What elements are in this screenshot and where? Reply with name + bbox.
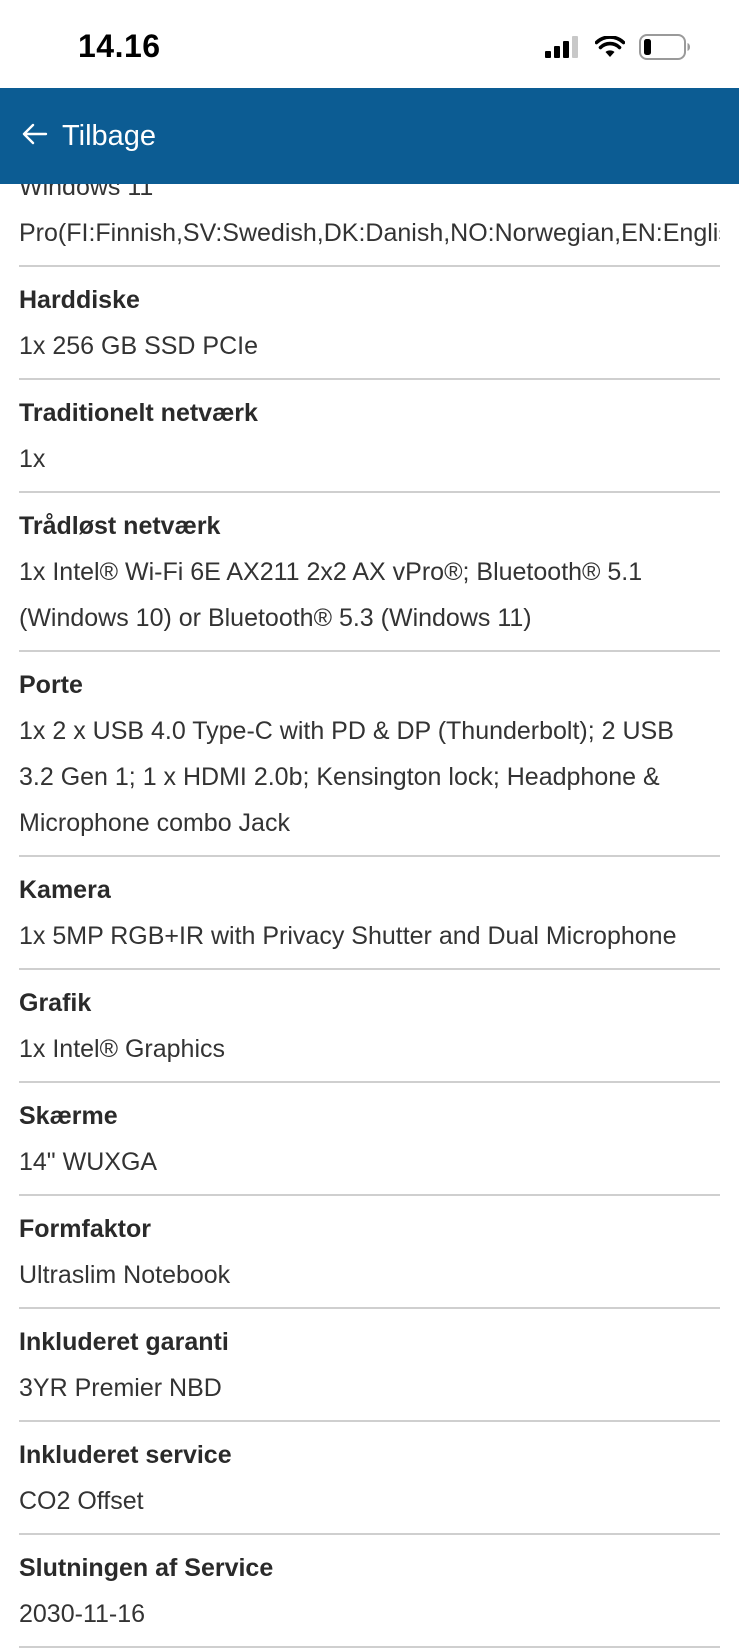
spec-value-line: 1x 2 x USB 4.0 Type-C with PD & DP (Thun… xyxy=(19,717,674,745)
spec-value: CO2 Offset xyxy=(19,1478,720,1524)
back-label: Tilbage xyxy=(62,119,157,152)
spec-value-line: Ultraslim Notebook xyxy=(19,1261,231,1289)
spec-value: Ultraslim Notebook xyxy=(19,1252,720,1298)
spec-row: Inkluderet service CO2 Offset xyxy=(19,1422,720,1535)
spec-value: 1x 2 x USB 4.0 Type-C with PD & DP (Thun… xyxy=(19,708,720,846)
spec-row: Porte 1x 2 x USB 4.0 Type-C with PD & DP … xyxy=(19,652,720,857)
spec-row: Inkluderet garanti 3YR Premier NBD xyxy=(19,1309,720,1422)
spec-value-line: 1x 5MP RGB+IR with Privacy Shutter and D… xyxy=(19,922,677,950)
spec-row: Grafik 1x Intel® Graphics xyxy=(19,970,720,1083)
spec-row: Slutningen af Service 2030-11-16 xyxy=(19,1535,720,1648)
spec-label: Inkluderet service xyxy=(19,1441,232,1469)
spec-value-line: 2030-11-16 xyxy=(19,1600,146,1628)
spec-value: 1x 5MP RGB+IR with Privacy Shutter and D… xyxy=(19,913,720,959)
spec-label: Trådløst netværk xyxy=(19,512,221,540)
spec-row: Skærme 14" WUXGA xyxy=(19,1083,720,1196)
status-bar: 14.16 xyxy=(0,0,739,88)
spec-value-line: (Windows 10) or Bluetooth® 5.3 (Windows … xyxy=(19,604,532,632)
spec-label: Kamera xyxy=(19,876,111,904)
cellular-signal-icon xyxy=(545,36,581,63)
spec-label: Skærme xyxy=(19,1102,118,1130)
spec-row: Traditionelt netværk 1x xyxy=(19,380,720,493)
spec-label: Formfaktor xyxy=(19,1215,151,1243)
spec-value-line: Microphone combo Jack xyxy=(19,809,290,837)
spec-value-line: 3YR Premier NBD xyxy=(19,1374,222,1402)
spec-row: Formfaktor Ultraslim Notebook xyxy=(19,1196,720,1309)
spec-value-line: 1x xyxy=(19,445,46,473)
wifi-icon xyxy=(594,35,626,63)
spec-list: Windows 11 Pro(FI:Finnish,SV:Swedish,DK:D… xyxy=(0,164,739,1648)
spec-value: 1x xyxy=(19,436,720,482)
spec-row: Trådløst netværk 1x Intel® Wi-Fi 6E AX211… xyxy=(19,493,720,652)
spec-value-line: 1x Intel® Graphics xyxy=(19,1035,226,1063)
spec-label: Grafik xyxy=(19,989,92,1017)
spec-value-line: Pro(FI:Finnish,SV:Swedish,DK:Danish,NO:N… xyxy=(19,219,720,247)
spec-label: Slutningen af Service xyxy=(19,1554,274,1582)
spec-value: 14" WUXGA xyxy=(19,1139,720,1185)
spec-value-line: 14" WUXGA xyxy=(19,1148,158,1176)
spec-value: 2030-11-16 xyxy=(19,1591,720,1637)
spec-label: Porte xyxy=(19,671,83,699)
spec-value-line: 1x Intel® Wi-Fi 6E AX211 2x2 AX vPro®; B… xyxy=(19,558,643,586)
back-button[interactable]: Tilbage xyxy=(22,120,156,153)
spec-value: 1x Intel® Wi-Fi 6E AX211 2x2 AX vPro®; B… xyxy=(19,549,720,641)
top-nav-bar: Tilbage xyxy=(0,88,739,184)
spec-value: 1x 256 GB SSD PCIe xyxy=(19,323,720,369)
back-arrow-icon xyxy=(22,123,48,150)
spec-value-line: 3.2 Gen 1; 1 x HDMI 2.0b; Kensington loc… xyxy=(19,763,660,791)
spec-label: Harddiske xyxy=(19,286,140,314)
status-icons xyxy=(545,34,691,65)
spec-row: Harddiske 1x 256 GB SSD PCIe xyxy=(19,267,720,380)
spec-row: Kamera 1x 5MP RGB+IR with Privacy Shutter… xyxy=(19,857,720,970)
spec-value-line: 1x 256 GB SSD PCIe xyxy=(19,332,259,360)
spec-label: Inkluderet garanti xyxy=(19,1328,229,1356)
spec-value-line: CO2 Offset xyxy=(19,1487,144,1515)
battery-icon xyxy=(639,34,691,65)
spec-value: 1x Intel® Graphics xyxy=(19,1026,720,1072)
spec-value: 3YR Premier NBD xyxy=(19,1365,720,1411)
spec-label: Traditionelt netværk xyxy=(19,399,258,427)
status-time: 14.16 xyxy=(78,28,161,64)
